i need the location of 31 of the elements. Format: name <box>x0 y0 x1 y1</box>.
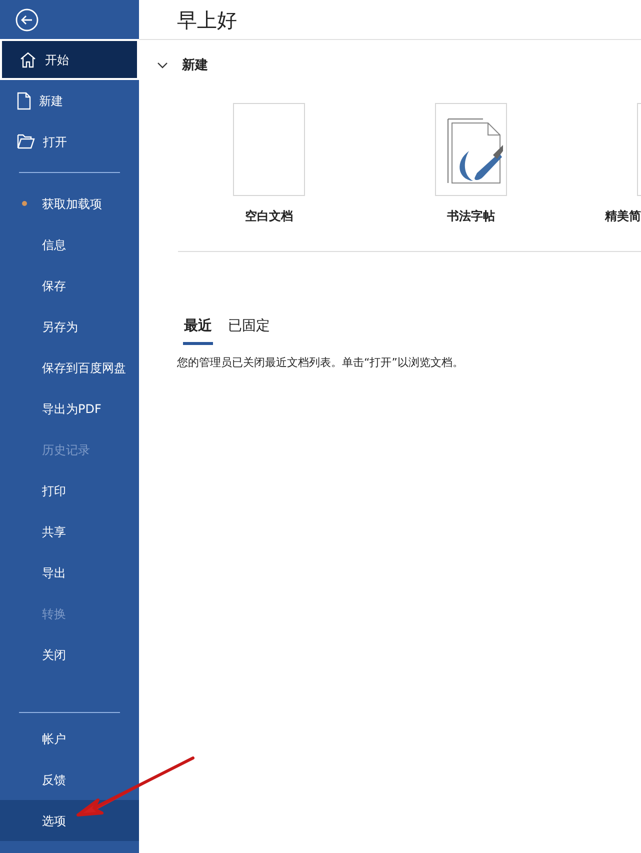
template-label: 精美简 <box>605 208 641 224</box>
sidebar-item[interactable]: 保存到百度网盘 <box>0 347 139 388</box>
document-icon <box>17 92 31 110</box>
sidebar-item[interactable]: 共享 <box>0 511 139 552</box>
sidebar-item[interactable]: 另存为 <box>0 306 139 347</box>
home-icon <box>19 50 37 68</box>
sidebar-item[interactable]: 开始 <box>0 39 139 80</box>
template-label: 书法字帖 <box>447 208 495 224</box>
back-icon[interactable] <box>15 8 39 32</box>
chevron-down-icon[interactable] <box>157 62 168 70</box>
tab[interactable]: 最近 <box>183 316 213 344</box>
sidebar-item[interactable]: 选项 <box>0 800 139 841</box>
tab[interactable]: 已固定 <box>227 316 271 344</box>
sidebar-item[interactable]: 新建 <box>0 80 139 121</box>
sidebar-item[interactable]: 导出为PDF <box>0 388 139 429</box>
sidebar-item[interactable]: 打印 <box>0 470 139 511</box>
template-label: 空白文档 <box>245 208 293 224</box>
sidebar-item[interactable]: 关闭 <box>0 634 139 675</box>
folder-icon <box>17 134 35 149</box>
section-title: 新建 <box>182 56 208 75</box>
calligraphy-template-thumbnail[interactable] <box>435 102 507 196</box>
sidebar-item[interactable]: 帐户 <box>0 718 139 759</box>
recent-disabled-message: 您的管理员已关闭最近文档列表。单击“打开”以浏览文档。 <box>176 354 464 370</box>
sidebar-item[interactable]: 获取加载项 <box>0 183 139 224</box>
sidebar-item[interactable]: 导出 <box>0 552 139 593</box>
greeting-title: 早上好 <box>177 6 237 34</box>
sidebar-item[interactable]: 信息 <box>0 224 139 265</box>
sidebar-item[interactable]: 打开 <box>0 121 139 162</box>
sidebar-item[interactable]: 反馈 <box>0 759 139 800</box>
sidebar-item[interactable]: 保存 <box>0 265 139 306</box>
blank-document-thumbnail[interactable] <box>233 102 305 196</box>
